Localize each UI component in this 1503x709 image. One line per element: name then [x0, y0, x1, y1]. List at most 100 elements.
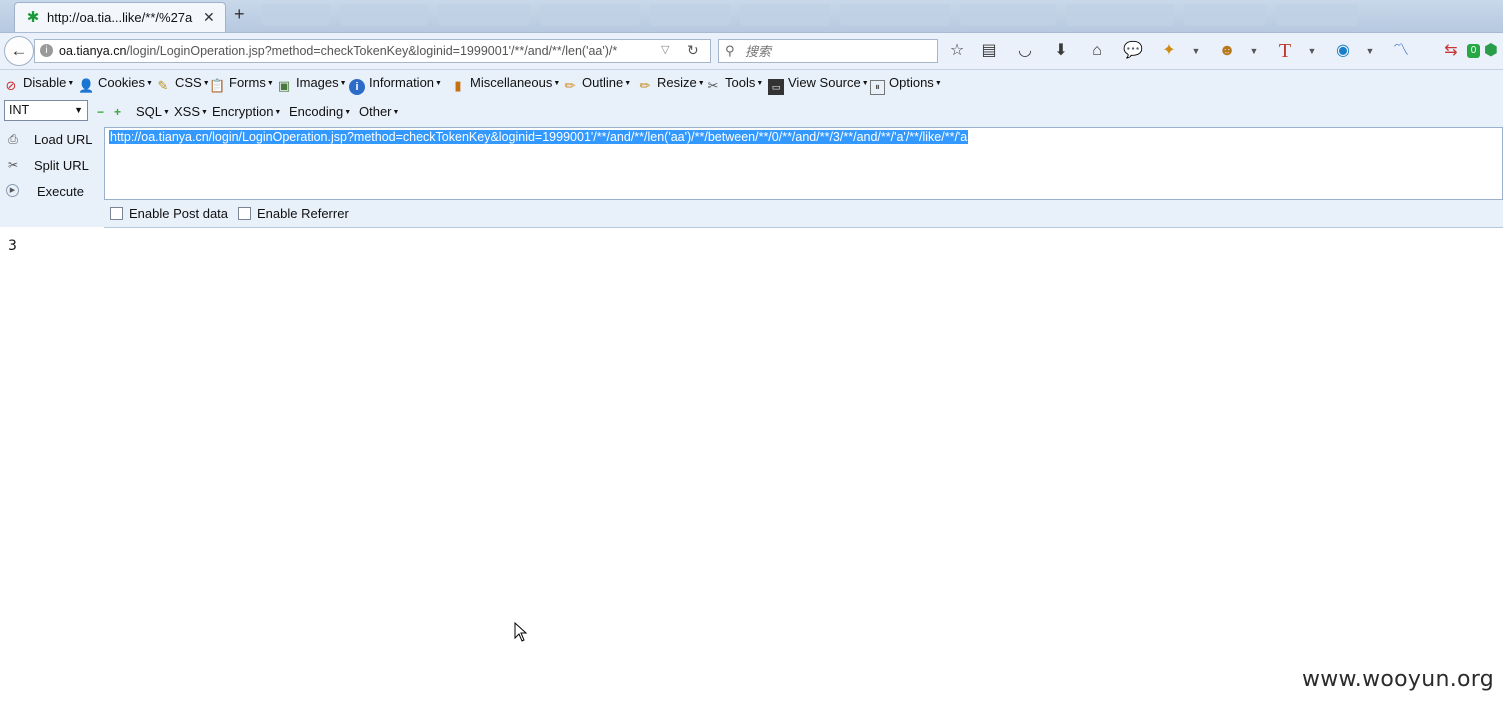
menu-encryption[interactable]: Encryption▼: [212, 104, 281, 122]
info-icon[interactable]: i: [40, 44, 53, 57]
enable-post-checkbox[interactable]: Enable Post data: [110, 206, 228, 222]
menu-options[interactable]: ⏸ Options▼: [870, 75, 942, 95]
enable-referrer-checkbox[interactable]: Enable Referrer: [238, 206, 349, 222]
chevron-down-icon[interactable]: ▼: [1190, 40, 1202, 62]
menu-label: Tools: [725, 75, 756, 90]
search-input[interactable]: [743, 42, 935, 62]
page-output: 3: [8, 238, 17, 254]
search-bar[interactable]: ⚲: [718, 39, 938, 63]
load-url-icon: ⎙: [8, 132, 18, 146]
background-tab[interactable]: [438, 4, 530, 26]
background-tab[interactable]: [540, 4, 640, 26]
checkbox-box: [110, 207, 123, 220]
resize-icon: ✏: [639, 78, 651, 93]
pocket-icon[interactable]: ◡: [1014, 40, 1036, 62]
type-select-value: INT: [9, 103, 30, 117]
execute-label: Execute: [37, 184, 84, 199]
play-icon: ▶: [6, 184, 19, 197]
menu-label: CSS: [175, 75, 202, 90]
address-bar[interactable]: i oa.tianya.cn/login/LoginOperation.jsp?…: [34, 39, 711, 63]
outline-icon: ✏: [564, 78, 576, 93]
background-tab[interactable]: [960, 4, 1056, 26]
tools-icon: ✂: [707, 78, 719, 93]
checkbox-box: [238, 207, 251, 220]
background-tab[interactable]: [262, 4, 330, 26]
menu-forms[interactable]: 📋 Forms▼: [209, 75, 274, 93]
load-url-label: Load URL: [34, 132, 93, 147]
url-textarea[interactable]: http://oa.tianya.cn/login/LoginOperation…: [104, 127, 1503, 200]
menu-css[interactable]: ✎ CSS▼: [155, 75, 210, 93]
menu-miscellaneous[interactable]: ▮ Miscellaneous▼: [450, 75, 560, 93]
menu-tools[interactable]: ✂ Tools▼: [705, 75, 764, 93]
info-icon: i: [349, 79, 365, 95]
menu-resize[interactable]: ✏ Resize▼: [637, 75, 705, 93]
reading-list-icon[interactable]: ▤: [978, 40, 1000, 62]
menu-images[interactable]: ▣ Images▼: [276, 75, 347, 93]
site-favicon-icon: ✱: [26, 9, 40, 26]
graph-icon[interactable]: 〽: [1390, 40, 1412, 62]
extension-bird-icon[interactable]: ✦: [1158, 40, 1180, 62]
home-icon[interactable]: ⌂: [1086, 40, 1108, 62]
globe-icon[interactable]: ◉: [1332, 40, 1354, 62]
hackbar-side-panel: ⎙ Load URL ✂ Split URL ▶ Execute: [0, 127, 104, 227]
menu-label: View Source: [788, 75, 861, 90]
back-arrow-icon[interactable]: ←: [4, 36, 34, 66]
background-tab[interactable]: [650, 4, 730, 26]
bookmark-star-icon[interactable]: ☆: [946, 40, 968, 62]
menu-label: XSS: [174, 104, 201, 119]
address-text[interactable]: oa.tianya.cn/login/LoginOperation.jsp?me…: [59, 44, 659, 58]
misc-icon: ▮: [454, 78, 462, 93]
execute-button[interactable]: ▶ Execute: [4, 181, 100, 201]
background-tab[interactable]: [1276, 4, 1358, 26]
minus-icon[interactable]: −: [97, 105, 104, 119]
chevron-down-icon[interactable]: ▼: [1306, 40, 1318, 62]
tab-strip: ✱ http://oa.tia...like/**/%27a ✕ +: [0, 0, 1503, 33]
watermark: www.wooyun.org: [1301, 667, 1494, 692]
swap-arrows-icon[interactable]: ⇆: [1440, 40, 1462, 62]
tab-active[interactable]: ✱ http://oa.tia...like/**/%27a ✕: [14, 2, 226, 32]
scissors-icon: ✂: [7, 158, 19, 172]
chevron-down-icon[interactable]: ▽: [661, 43, 669, 56]
menu-label: Options: [889, 75, 934, 90]
menu-label: Outline: [582, 75, 624, 90]
chevron-down-icon: ▼: [74, 105, 83, 115]
tab-title: http://oa.tia...like/**/%27a: [47, 10, 193, 25]
type-select[interactable]: INT ▼: [4, 100, 88, 121]
enable-post-label: Enable Post data: [129, 206, 229, 221]
menu-label: Images: [296, 75, 339, 90]
plus-icon[interactable]: +: [234, 4, 245, 25]
menu-disable[interactable]: ⊘ Disable▼: [3, 75, 75, 93]
reload-icon[interactable]: ↻: [687, 42, 699, 59]
chevron-down-icon[interactable]: ▼: [1248, 40, 1260, 62]
close-icon[interactable]: ✕: [203, 9, 215, 26]
url-textarea-selection: http://oa.tianya.cn/login/LoginOperation…: [109, 130, 969, 144]
background-tabs: [262, 4, 1358, 28]
menu-view-source[interactable]: ▭ View Source▼: [768, 75, 869, 95]
chevron-down-icon[interactable]: ▼: [1364, 40, 1376, 62]
navigation-bar: ← i oa.tianya.cn/login/LoginOperation.js…: [0, 33, 1503, 70]
menu-xss[interactable]: XSS▼: [174, 104, 208, 122]
menu-outline[interactable]: ✏ Outline▼: [562, 75, 632, 93]
chat-icon[interactable]: 💬: [1122, 40, 1144, 62]
menu-information[interactable]: i Information▼: [349, 75, 442, 95]
cookie-icon: 👤: [78, 78, 95, 93]
background-tab[interactable]: [740, 4, 830, 26]
load-url-button[interactable]: ⎙ Load URL: [4, 129, 100, 149]
menu-sql[interactable]: SQL▼: [136, 104, 170, 122]
menu-cookies[interactable]: 👤 Cookies▼: [78, 75, 153, 93]
menu-encoding[interactable]: Encoding▼: [289, 104, 351, 122]
menu-other[interactable]: Other▼: [359, 104, 399, 122]
greasemonkey-icon[interactable]: ☻: [1216, 40, 1238, 62]
menu-label: Information: [369, 75, 435, 90]
menu-label: SQL: [136, 104, 163, 119]
background-tab[interactable]: [1184, 4, 1266, 26]
plus-icon[interactable]: +: [114, 105, 121, 119]
menu-label: Encryption: [212, 104, 274, 119]
split-url-button[interactable]: ✂ Split URL: [4, 155, 100, 175]
text-tool-icon[interactable]: T: [1274, 40, 1296, 62]
background-tab[interactable]: [840, 4, 950, 26]
download-icon[interactable]: ⬇: [1050, 40, 1072, 62]
background-tab[interactable]: [340, 4, 428, 26]
background-tab[interactable]: [1066, 4, 1174, 26]
addon-icon[interactable]: ⬢: [1480, 40, 1502, 62]
